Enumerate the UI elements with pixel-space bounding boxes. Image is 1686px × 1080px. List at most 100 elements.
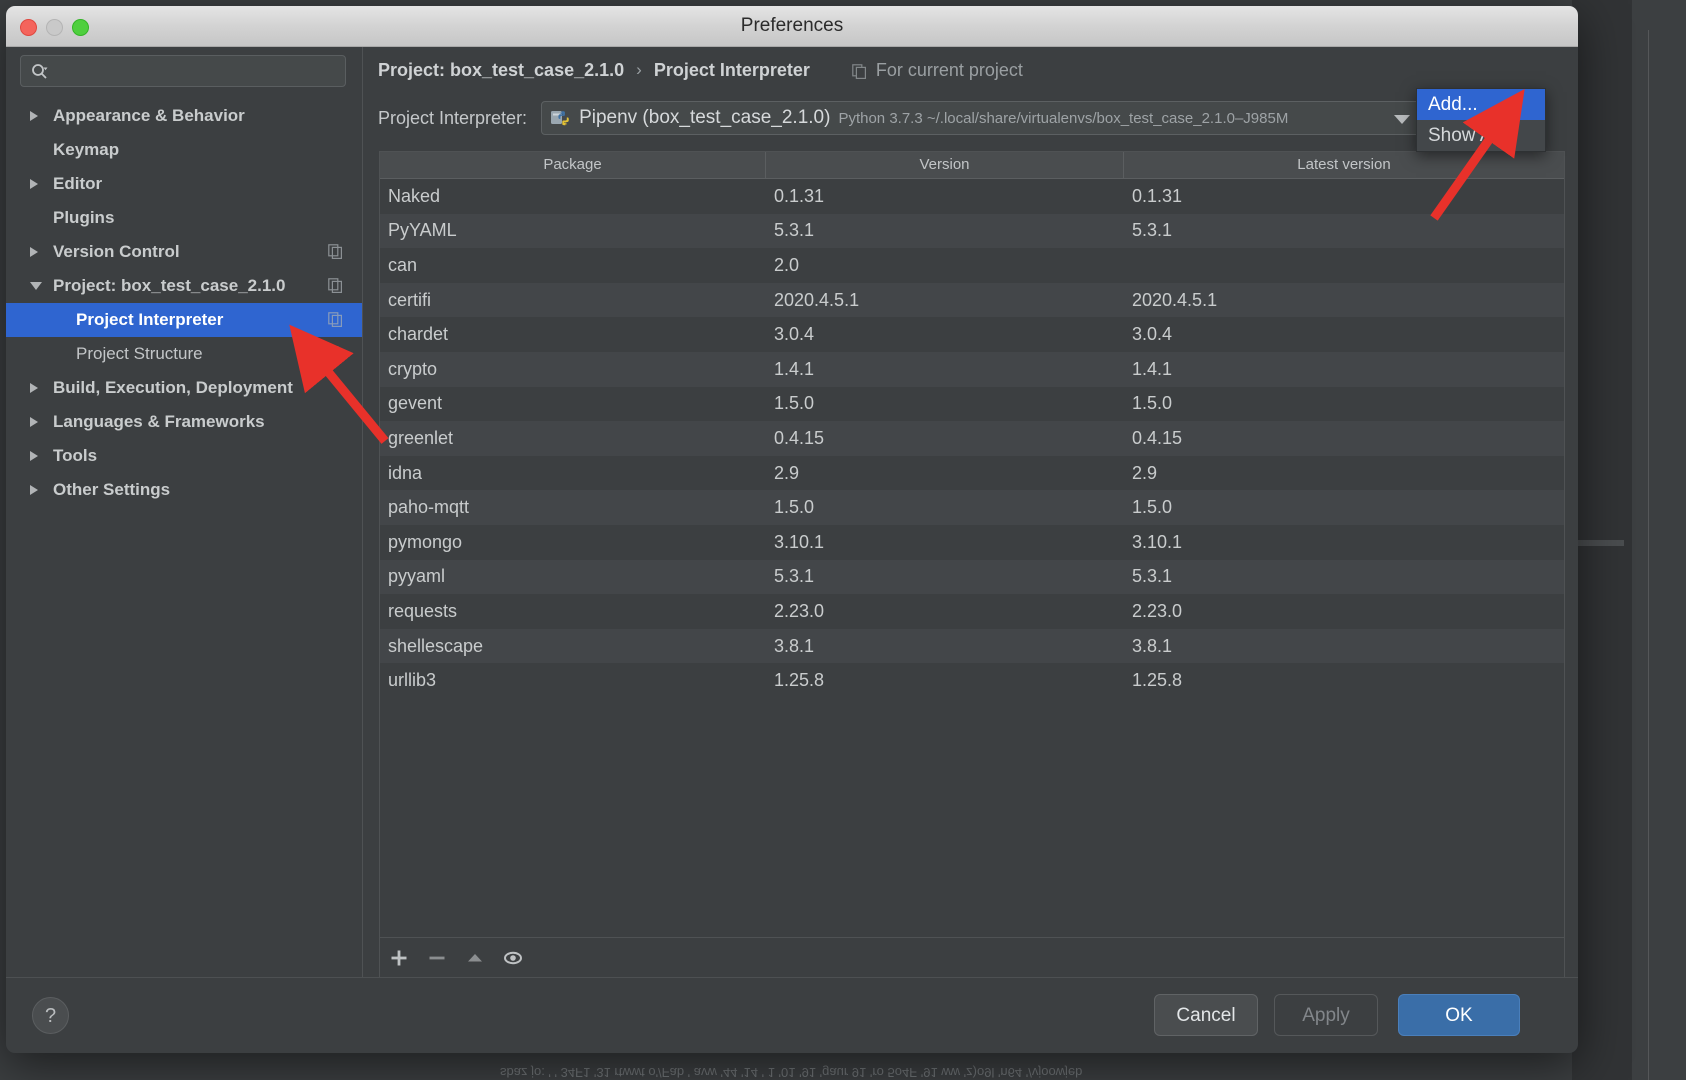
package-name-cell: urllib3	[380, 670, 766, 691]
chevron-right-icon[interactable]	[30, 111, 38, 121]
interpreter-popup-menu[interactable]: Add...Show All...	[1416, 88, 1546, 152]
package-name-cell: pyyaml	[380, 566, 766, 587]
table-row[interactable]: Naked0.1.310.1.31	[380, 179, 1564, 214]
column-header-latest-version[interactable]: Latest version	[1124, 152, 1564, 178]
chevron-down-icon[interactable]	[1394, 115, 1410, 124]
sidebar-item-project-box-test-case-2-1-0[interactable]: Project: box_test_case_2.1.0	[6, 269, 362, 303]
upgrade-arrow-icon[interactable]	[456, 939, 494, 977]
latest-version-cell: 0.1.31	[1124, 186, 1564, 207]
version-cell: 2.0	[766, 255, 1124, 276]
chevron-right-icon[interactable]	[30, 451, 38, 461]
sidebar-item-plugins[interactable]: Plugins	[6, 201, 362, 235]
settings-tree: Appearance & Behavior Keymap Editor Plugins…	[6, 99, 362, 507]
version-cell: 5.3.1	[766, 566, 1124, 587]
sidebar-item-label: Editor	[53, 174, 102, 194]
table-row[interactable]: greenlet0.4.150.4.15	[380, 421, 1564, 456]
cancel-button[interactable]: Cancel	[1154, 994, 1258, 1036]
chevron-right-icon[interactable]	[30, 383, 38, 393]
version-cell: 2.23.0	[766, 601, 1124, 622]
sidebar-item-other-settings[interactable]: Other Settings	[6, 473, 362, 507]
interpreter-row: Project Interpreter: Pipenv (box_test_ca…	[378, 100, 1568, 136]
search-input[interactable]	[57, 59, 341, 85]
packages-header-row: Package Version Latest version	[380, 152, 1564, 179]
table-row[interactable]: crypto1.4.11.4.1	[380, 352, 1564, 387]
sidebar-item-label: Languages & Frameworks	[53, 412, 265, 432]
table-row[interactable]: can2.0	[380, 248, 1564, 283]
table-row[interactable]: certifi2020.4.5.12020.4.5.1	[380, 283, 1564, 318]
chevron-right-icon[interactable]	[30, 247, 38, 257]
table-row[interactable]: gevent1.5.01.5.0	[380, 387, 1564, 422]
package-name-cell: can	[380, 255, 766, 276]
version-cell: 5.3.1	[766, 220, 1124, 241]
eye-icon[interactable]	[494, 939, 532, 977]
column-header-package[interactable]: Package	[380, 152, 766, 178]
package-name-cell: greenlet	[380, 428, 766, 449]
copy-icon[interactable]	[328, 278, 343, 293]
package-name-cell: pymongo	[380, 532, 766, 553]
help-button[interactable]: ?	[32, 997, 69, 1034]
sidebar-item-version-control[interactable]: Version Control	[6, 235, 362, 269]
sidebar-item-label: Appearance & Behavior	[53, 106, 245, 126]
latest-version-cell: 2.23.0	[1124, 601, 1564, 622]
sidebar-item-project-interpreter[interactable]: Project Interpreter	[6, 303, 362, 337]
sidebar-item-tools[interactable]: Tools	[6, 439, 362, 473]
copy-icon[interactable]	[328, 244, 343, 259]
table-row[interactable]: chardet3.0.43.0.4	[380, 317, 1564, 352]
sidebar-item-label: Keymap	[53, 140, 119, 160]
breadcrumb-separator: ›	[636, 60, 642, 80]
search-box[interactable]	[20, 55, 346, 87]
chevron-right-icon[interactable]	[30, 179, 38, 189]
interpreter-name: Pipenv (box_test_case_2.1.0)	[579, 107, 830, 129]
copy-icon[interactable]	[328, 312, 343, 327]
settings-sidebar: Appearance & Behavior Keymap Editor Plugins…	[6, 47, 363, 977]
version-cell: 2020.4.5.1	[766, 290, 1124, 311]
dialog-titlebar: Preferences	[6, 6, 1578, 47]
sidebar-item-appearance-behavior[interactable]: Appearance & Behavior	[6, 99, 362, 133]
sidebar-item-label: Tools	[53, 446, 97, 466]
interpreter-dropdown[interactable]: Pipenv (box_test_case_2.1.0) Python 3.7.…	[541, 101, 1422, 135]
sidebar-item-languages-frameworks[interactable]: Languages & Frameworks	[6, 405, 362, 439]
table-row[interactable]: idna2.92.9	[380, 456, 1564, 491]
sidebar-item-label: Other Settings	[53, 480, 170, 500]
packages-rows[interactable]: Naked0.1.310.1.31PyYAML5.3.15.3.1can2.0c…	[380, 179, 1564, 938]
menu-item-add[interactable]: Add...	[1417, 89, 1545, 120]
table-row[interactable]: paho-mqtt1.5.01.5.0	[380, 490, 1564, 525]
sidebar-item-project-structure[interactable]: Project Structure	[6, 337, 362, 371]
plus-icon[interactable]	[380, 939, 418, 977]
version-cell: 1.4.1	[766, 359, 1124, 380]
chevron-down-icon[interactable]	[30, 282, 42, 290]
minus-icon[interactable]	[418, 939, 456, 977]
table-row[interactable]: urllib31.25.81.25.8	[380, 663, 1564, 698]
backdrop-scrollbar	[1576, 540, 1624, 546]
version-cell: 1.5.0	[766, 497, 1124, 518]
sidebar-item-label: Project Structure	[76, 344, 203, 364]
table-row[interactable]: shellescape3.8.13.8.1	[380, 629, 1564, 664]
sidebar-item-build-execution-deployment[interactable]: Build, Execution, Deployment	[6, 371, 362, 405]
version-cell: 1.5.0	[766, 393, 1124, 414]
sidebar-item-keymap[interactable]: Keymap	[6, 133, 362, 167]
sidebar-item-label: Build, Execution, Deployment	[53, 378, 293, 398]
table-row[interactable]: PyYAML5.3.15.3.1	[380, 214, 1564, 249]
chevron-right-icon[interactable]	[30, 485, 38, 495]
breadcrumb-root[interactable]: Project: box_test_case_2.1.0	[378, 60, 624, 81]
table-row[interactable]: pymongo3.10.13.10.1	[380, 525, 1564, 560]
version-cell: 0.1.31	[766, 186, 1124, 207]
dialog-title: Preferences	[6, 6, 1578, 46]
interpreter-label: Project Interpreter:	[378, 108, 527, 129]
sidebar-item-editor[interactable]: Editor	[6, 167, 362, 201]
column-header-version[interactable]: Version	[766, 152, 1124, 178]
chevron-right-icon[interactable]	[30, 417, 38, 427]
latest-version-cell: 0.4.15	[1124, 428, 1564, 449]
table-row[interactable]: requests2.23.02.23.0	[380, 594, 1564, 629]
copy-icon[interactable]	[328, 346, 343, 361]
table-row[interactable]: pyyaml5.3.15.3.1	[380, 560, 1564, 595]
menu-item-show-all[interactable]: Show All...	[1417, 120, 1545, 151]
sidebar-item-label: Project: box_test_case_2.1.0	[53, 276, 285, 296]
ok-button[interactable]: OK	[1398, 994, 1520, 1036]
package-name-cell: shellescape	[380, 636, 766, 657]
version-cell: 2.9	[766, 463, 1124, 484]
search-icon	[31, 63, 48, 80]
latest-version-cell: 5.3.1	[1124, 220, 1564, 241]
latest-version-cell: 1.4.1	[1124, 359, 1564, 380]
apply-button[interactable]: Apply	[1274, 994, 1378, 1036]
